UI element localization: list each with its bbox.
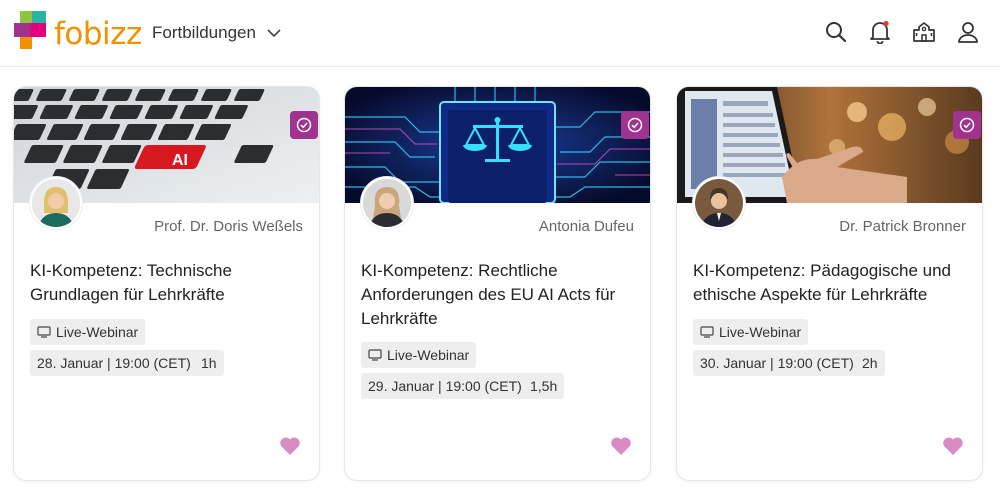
date-chip: 28. Januar | 19:00 (CET) [30,350,198,376]
monitor-icon [37,326,51,338]
chevron-down-icon [267,29,281,38]
verified-badge [290,111,318,139]
school-icon [913,22,935,42]
verified-badge [621,111,649,139]
ai-key-label: AI [172,152,188,169]
course-card[interactable]: Dr. Patrick Bronner KI-Kompetenz: Pädago… [677,87,982,480]
monitor-icon [368,349,382,361]
user-icon [958,22,978,43]
svg-text:return: return [222,142,240,149]
date-chip: 30. Januar | 19:00 (CET) [693,350,861,376]
favorite-heart-icon[interactable] [610,436,632,456]
fortbildungen-menu-label: Fortbildungen [152,23,256,42]
format-chip: Live-Webinar [693,319,809,345]
search-icon [826,22,847,43]
notifications-button[interactable] [868,20,892,44]
top-navigation-bar: fobizz Fortbildungen [0,0,1000,67]
author-name: Dr. Patrick Bronner [839,218,966,235]
bell-icon [870,20,890,44]
logo-text: fobizz [54,16,142,52]
fortbildungen-menu[interactable]: Fortbildungen [152,20,282,46]
school-button[interactable] [912,20,936,44]
author-name: Antonia Dufeu [538,218,634,235]
check-circle-icon [296,117,312,133]
logo-mark-icon [14,11,48,51]
course-card[interactable]: Antonia Dufeu KI-Kompetenz: Rechtliche A… [345,87,650,480]
format-label: Live-Webinar [719,324,802,340]
author-avatar [361,177,413,229]
search-button[interactable] [824,20,848,44]
duration-chip: 1,5h [523,373,565,399]
monitor-icon [700,326,714,338]
account-button[interactable] [956,20,980,44]
verified-badge [953,111,981,139]
format-chip: Live-Webinar [361,342,477,368]
favorite-heart-icon[interactable] [279,436,301,456]
author-avatar [693,177,745,229]
course-title[interactable]: KI-Kompetenz: Technische Grundlagen für … [30,259,305,307]
format-label: Live-Webinar [387,347,470,363]
duration-chip: 2h [855,350,885,376]
format-chip: Live-Webinar [30,319,146,345]
favorite-heart-icon[interactable] [942,436,964,456]
check-circle-icon [627,117,643,133]
course-title[interactable]: KI-Kompetenz: Pädagogische und ethische … [693,259,968,307]
format-label: Live-Webinar [56,324,139,340]
author-name: Prof. Dr. Doris Weßels [154,218,303,235]
date-chip: 29. Januar | 19:00 (CET) [361,373,529,399]
check-circle-icon [959,117,975,133]
course-card[interactable]: AI return Prof. Dr. Doris Weßels KI-Komp… [14,87,319,480]
fobizz-logo[interactable]: fobizz [14,11,142,55]
course-title[interactable]: KI-Kompetenz: Rechtliche Anforderungen d… [361,259,636,331]
author-avatar [30,177,82,229]
duration-chip: 1h [194,350,224,376]
